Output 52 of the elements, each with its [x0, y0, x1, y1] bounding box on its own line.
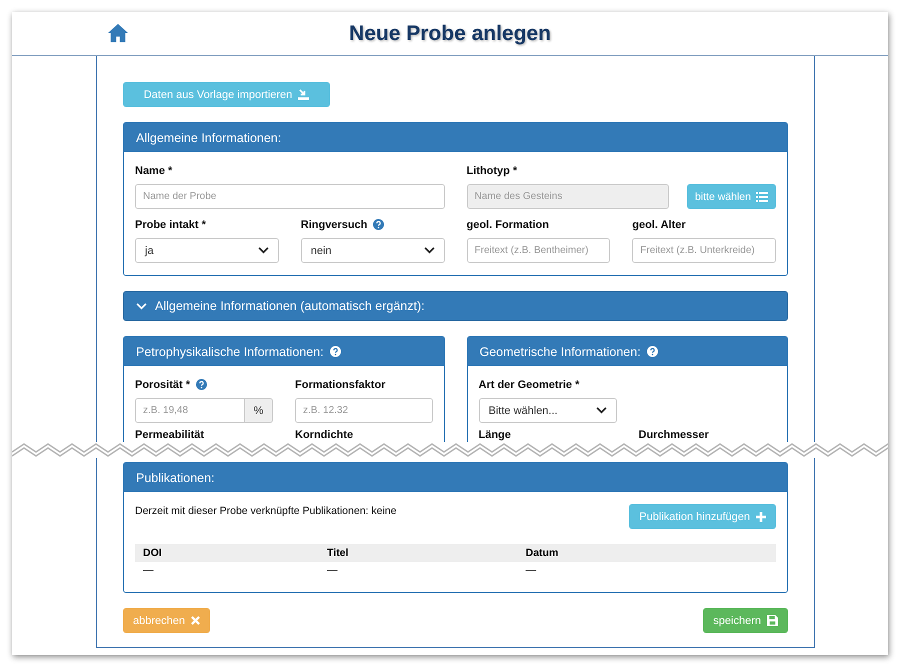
home-icon[interactable] — [107, 23, 129, 43]
page-title: Neue Probe anlegen — [349, 22, 551, 46]
chevron-down-icon — [596, 407, 606, 414]
collapsible-header[interactable]: Allgemeine Informationen (automatisch ergänzt): — [123, 291, 788, 321]
info-text: Derzeit mit dieser Probe verknüpfte Publikationen: keine — [135, 505, 396, 517]
field-label: Formationsfaktor — [295, 378, 386, 390]
panel-title: Petrophysikalische Informationen: — [136, 344, 324, 358]
text-field[interactable]: Freitext (z.B. Bentheimer) — [466, 238, 610, 263]
table-cell: — — [135, 562, 320, 580]
field-label: geol. Alter — [632, 218, 686, 230]
dropdown[interactable]: ja — [135, 238, 279, 263]
chevron-down-icon — [424, 247, 434, 254]
list-icon — [756, 192, 768, 202]
field-label: Lithotyp * — [466, 164, 518, 176]
field-label: Länge — [478, 428, 511, 440]
unit-addon: % — [245, 398, 273, 423]
column-header: Titel — [319, 544, 518, 562]
panel-title: Geometrische Informationen: — [480, 344, 641, 358]
plus-icon — [756, 512, 766, 522]
chevron-icon — [136, 302, 147, 310]
text-field[interactable]: z.B. 12.32 — [295, 398, 432, 423]
dropdown[interactable]: nein — [300, 238, 444, 263]
field-label: Probe intakt * — [135, 218, 206, 230]
cancel-button[interactable]: abbrechen — [123, 608, 210, 633]
text-field[interactable]: Freitext (z.B. Unterkreide) — [632, 238, 776, 263]
field-label: Permeabilität — [135, 428, 204, 440]
close-icon — [191, 616, 200, 625]
import-icon — [298, 89, 310, 100]
text-field[interactable]: Name der Probe — [135, 184, 444, 209]
column-header: Datum — [518, 544, 776, 562]
import-button[interactable]: Daten aus Vorlage importieren — [123, 82, 330, 107]
field-label: Ringversuch — [300, 218, 368, 230]
help-icon[interactable] — [196, 379, 208, 390]
save-button[interactable]: speichern — [703, 608, 788, 633]
field-label: Name * — [135, 164, 172, 176]
field-label: Art der Geometrie * — [478, 378, 580, 390]
field-label: Durchmesser — [638, 428, 709, 440]
field-label: geol. Formation — [466, 218, 549, 230]
text-field[interactable]: z.B. 19,48 — [135, 398, 245, 423]
column-header: DOI — [135, 544, 320, 562]
table-cell: — — [518, 562, 776, 580]
help-icon[interactable] — [373, 219, 384, 230]
chevron-down-icon — [258, 247, 269, 254]
dropdown[interactable]: Bitte wählen... — [478, 398, 616, 423]
add-publication-button[interactable]: Publikation hinzufügen — [629, 504, 776, 529]
help-icon[interactable] — [646, 346, 658, 357]
help-icon[interactable] — [330, 346, 341, 357]
field-label: Porosität * — [135, 378, 190, 390]
panel-title: Allgemeine Informationen: — [136, 130, 282, 144]
table-cell: — — [319, 562, 518, 580]
panel-title: Publikationen: — [136, 470, 215, 484]
field-label: Korndichte — [295, 428, 354, 440]
